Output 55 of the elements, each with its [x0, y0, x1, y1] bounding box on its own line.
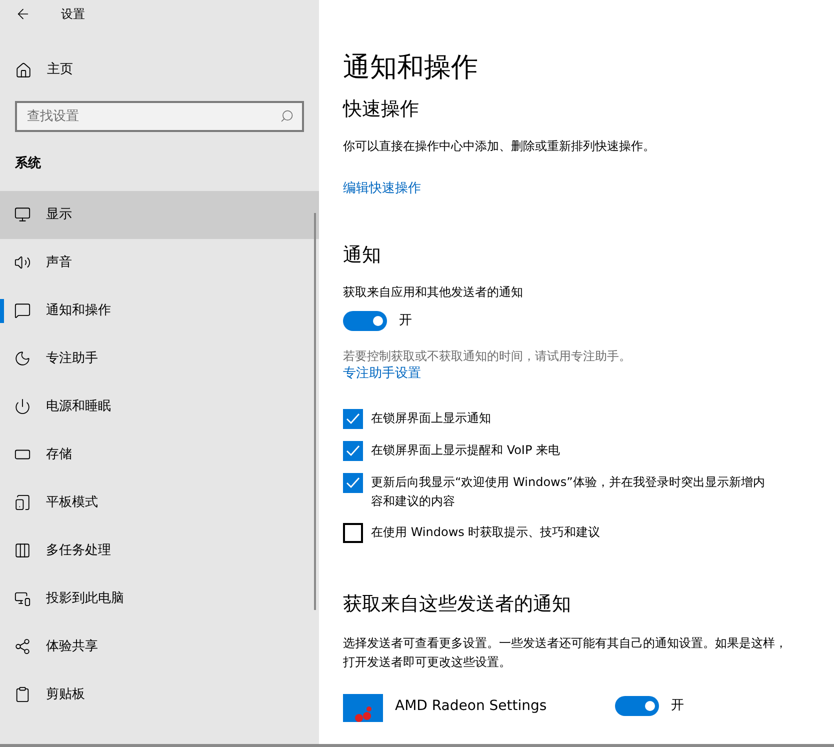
nav-item[interactable]: 平板模式 [0, 478, 319, 526]
section-heading: 快速操作 [343, 97, 420, 122]
back-icon[interactable] [15, 6, 31, 22]
toggle-switch[interactable] [615, 696, 659, 716]
section-heading: 获取来自这些发送者的通知 [343, 592, 572, 617]
checkbox[interactable] [343, 473, 363, 493]
nav-item[interactable]: 专注助手 [0, 334, 319, 382]
nav-item[interactable]: 声音 [0, 238, 319, 286]
checkbox-label: 在使用 Windows 时获取提示、技巧和建议 [371, 524, 600, 541]
description-text: 选择发送者可查看更多设置。一些发送者还可能有其自己的通知设置。如果是这样，打开发送者即可更改这些设置。 [343, 635, 788, 671]
nav-item[interactable]: 显示 [0, 190, 319, 238]
section-heading: 通知 [343, 243, 382, 268]
section-heading: 系统 [15, 154, 42, 173]
power-icon [14, 398, 31, 415]
check-icon [346, 413, 360, 425]
toggle-switch[interactable] [343, 311, 387, 331]
hint-text: 若要控制获取或不获取通知的时间，请试用专注助手。 [343, 348, 632, 365]
moon-icon [14, 350, 31, 367]
checkbox-label: 更新后向我显示“欢迎使用 Windows”体验，并在我登录时突出显示新增内容和建议的内容 [371, 474, 766, 510]
nav-item[interactable]: 存储 [0, 430, 319, 478]
toggle-state: 开 [399, 312, 412, 330]
nav-item[interactable]: 电源和睡眠 [0, 382, 319, 430]
home-icon [15, 62, 32, 78]
checkbox[interactable] [343, 441, 363, 461]
monitor-icon [14, 206, 31, 223]
screens-icon [14, 590, 31, 607]
edit-link[interactable]: 编辑快速操作 [343, 180, 421, 198]
page-title: 通知和操作 [343, 51, 479, 85]
speech-bubble-icon [14, 302, 31, 319]
nav-item[interactable]: 多任务处理 [0, 526, 319, 574]
checkbox-label: 在锁屏界面上显示通知 [371, 410, 491, 427]
network-icon [14, 638, 31, 655]
check-icon [346, 445, 360, 457]
search-field[interactable]: 查找设置 [15, 101, 304, 132]
check-icon [346, 477, 360, 489]
speaker-icon [14, 254, 31, 271]
app-icon [343, 694, 383, 722]
checkbox-label: 在锁屏界面上显示提醒和 VoIP 来电 [371, 442, 560, 459]
description-text: 你可以直接在操作中心中添加、删除或重新排列快速操作。 [343, 138, 656, 155]
toggle-state: 开 [671, 697, 684, 716]
app-name: AMD Radeon Settings [395, 697, 548, 716]
checkbox[interactable] [343, 409, 363, 429]
clipboard-icon [14, 686, 31, 703]
window-title: 设置 [61, 6, 85, 23]
search-icon [280, 109, 294, 123]
focus-assist-link[interactable]: 专注助手设置 [343, 365, 421, 383]
columns-icon [14, 542, 31, 559]
tablet-icon [14, 494, 31, 511]
nav-item[interactable]: 通知和操作 [0, 286, 319, 334]
checkbox[interactable] [343, 523, 363, 543]
nav-item[interactable]: 剪贴板 [0, 670, 319, 718]
nav-item[interactable]: 投影到此电脑 [0, 574, 319, 622]
toggle-label: 获取来自应用和其他发送者的通知 [343, 284, 524, 301]
nav-item[interactable]: 体验共享 [0, 622, 319, 670]
home-link[interactable]: 主页 [0, 56, 319, 84]
